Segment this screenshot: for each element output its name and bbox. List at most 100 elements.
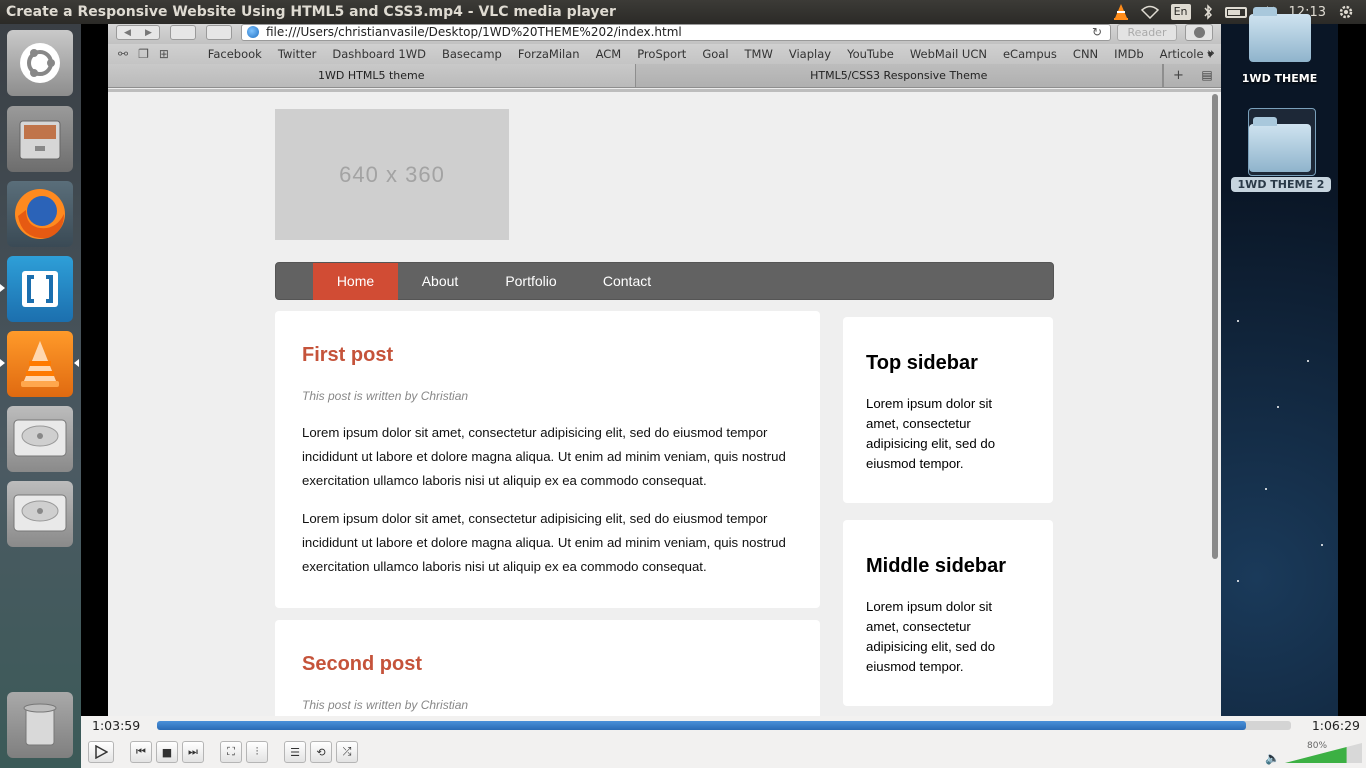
language-indicator[interactable]: En [1170,4,1191,20]
folder-icon[interactable] [1249,117,1311,172]
launcher [0,24,81,768]
folder-icon[interactable] [1249,7,1311,62]
bookmarks-icon[interactable]: ❐ [138,47,149,61]
downloads-icon[interactable] [1185,24,1213,41]
battery-icon[interactable] [1224,3,1247,21]
bookmark-item[interactable]: TMW [737,47,781,61]
firefox-icon[interactable] [7,181,73,247]
video-area[interactable]: ◀ ▶ file:///Users/christianvasile/Desktop… [81,24,1221,716]
sidebar-text: Lorem ipsum dolor sit amet, consectetur … [866,599,996,674]
fullscreen-button[interactable]: ⛶ [220,741,242,763]
extended-settings-button[interactable]: ⫶ [246,741,268,763]
shuffle-icon: ⤮ [342,745,352,758]
elapsed-time: 1:03:59 [92,718,141,733]
trash-icon[interactable] [7,692,73,758]
post-paragraph: Lorem ipsum dolor sit amet, consectetur … [302,511,786,574]
globe-icon [247,26,259,38]
post-byline: This post is written by Christian [302,698,469,712]
gear-icon[interactable] [1338,3,1354,21]
bookmark-item[interactable]: ACM [588,47,630,61]
url-bar[interactable]: file:///Users/christianvasile/Desktop/1W… [241,24,1111,41]
next-button[interactable]: ⏭ [182,741,204,763]
sidebar-title: Top sidebar [866,352,978,374]
tab-responsive-theme[interactable]: HTML5/CSS3 Responsive Theme [636,64,1163,87]
vlc-tray-icon[interactable] [1113,3,1129,21]
post-first: First post This post is written by Chris… [275,311,820,608]
vlc-icon[interactable] [7,331,73,397]
bookmark-item[interactable]: Goal [694,47,736,61]
sidebar-title: Middle sidebar [866,555,1007,577]
files-icon[interactable] [7,106,73,172]
nav-about[interactable]: About [406,263,474,300]
bookmark-item[interactable]: CNN [1065,47,1106,61]
wifi-icon[interactable] [1140,3,1159,21]
tab-overview-icon[interactable]: ▤ [1193,64,1221,87]
bookmarks-bar: ⚯ ❐ ⊞ Facebook Twitter Dashboard 1WD Bas… [108,44,1221,64]
star [1321,544,1323,546]
post-second: Second post This post is written by Chri… [275,620,820,716]
reading-list-icon[interactable]: ⚯ [118,47,128,61]
focused-indicator [74,359,79,367]
reader-button[interactable]: Reader [1117,24,1177,41]
volume-icon[interactable]: 🔈 [1265,751,1280,765]
tab-1wd-html5-theme[interactable]: 1WD HTML5 theme [108,64,636,87]
bookmark-item[interactable]: WebMail UCN [902,47,995,61]
new-tab-icon[interactable]: + [1163,64,1193,87]
back-icon[interactable]: ◀ [124,28,131,38]
star [1307,360,1309,362]
bookmark-item[interactable]: eCampus [995,47,1065,61]
bookmark-item[interactable]: ForzaMilan [510,47,588,61]
post-title[interactable]: Second post [302,653,422,676]
play-button[interactable] [88,741,114,763]
bookmark-item[interactable]: IMDb [1106,47,1151,61]
page-scrollbar[interactable] [1212,94,1218,559]
back-forward-buttons[interactable]: ◀ ▶ [116,25,160,40]
bookmark-item[interactable]: Facebook [200,47,270,61]
bookmark-item[interactable]: Dashboard 1WD [324,47,434,61]
seek-bar[interactable] [157,721,1291,730]
stop-icon: ■ [161,745,173,759]
post-paragraph: Lorem ipsum dolor sit amet, consectetur … [302,425,786,488]
post-title[interactable]: First post [302,344,393,367]
previous-button[interactable]: ⏮ [130,741,152,763]
bookmark-item[interactable]: Twitter [270,47,325,61]
playlist-button[interactable]: ☰ [284,741,306,763]
bookmark-item[interactable]: Viaplay [781,47,839,61]
post-byline: This post is written by Christian [302,389,469,403]
forward-icon[interactable]: ▶ [145,28,152,38]
bluetooth-icon[interactable] [1203,3,1213,21]
shuffle-button[interactable]: ⤮ [336,741,358,763]
vlc-controls: 1:03:59 1:06:29 ⏮ ■ ⏭ ⛶ ⫶ ☰ ⟲ ⤮ 🔈 80% [81,716,1366,768]
nav-home[interactable]: Home [313,263,398,300]
browser-window: ◀ ▶ file:///Users/christianvasile/Desktop… [108,24,1221,716]
bookmark-item[interactable]: YouTube [839,47,902,61]
prev-icon: ⏮ [136,745,146,758]
top-sites-icon[interactable]: ⊞ [159,47,169,61]
web-page: 640 x 360 Home About Portfolio Contact F… [108,89,1221,716]
loop-icon: ⟲ [316,745,326,759]
bookmark-item[interactable]: ProSport [629,47,694,61]
bookmark-item[interactable]: Basecamp [434,47,510,61]
play-icon [95,745,108,759]
share-button[interactable] [206,25,232,40]
star [1237,580,1239,582]
sidebar-top: Top sidebar Lorem ipsum dolor sit amet, … [843,317,1053,503]
icloud-tabs-button[interactable] [170,25,196,40]
desktop-icon-label[interactable]: 1WD THEME [1221,72,1338,85]
bookmarks-overflow-icon[interactable]: » [1207,46,1215,61]
nav-portfolio[interactable]: Portfolio [492,263,570,300]
nav-contact[interactable]: Contact [587,263,667,300]
loop-button[interactable]: ⟲ [310,741,332,763]
star [1237,320,1239,322]
disk-icon[interactable] [7,406,73,472]
disk-icon[interactable] [7,481,73,547]
stop-button[interactable]: ■ [156,741,178,763]
desktop-icon-label[interactable]: 1WD THEME 2 [1231,177,1331,192]
remaining-time[interactable]: 1:06:29 [1312,718,1360,733]
brackets-icon[interactable] [7,256,73,322]
reload-icon[interactable]: ↻ [1092,25,1102,40]
indicators: En 12:13 [1113,3,1366,21]
top-panel: Create a Responsive Website Using HTML5 … [0,0,1366,24]
window-title: Create a Responsive Website Using HTML5 … [6,4,616,20]
ubuntu-icon[interactable] [7,30,73,96]
